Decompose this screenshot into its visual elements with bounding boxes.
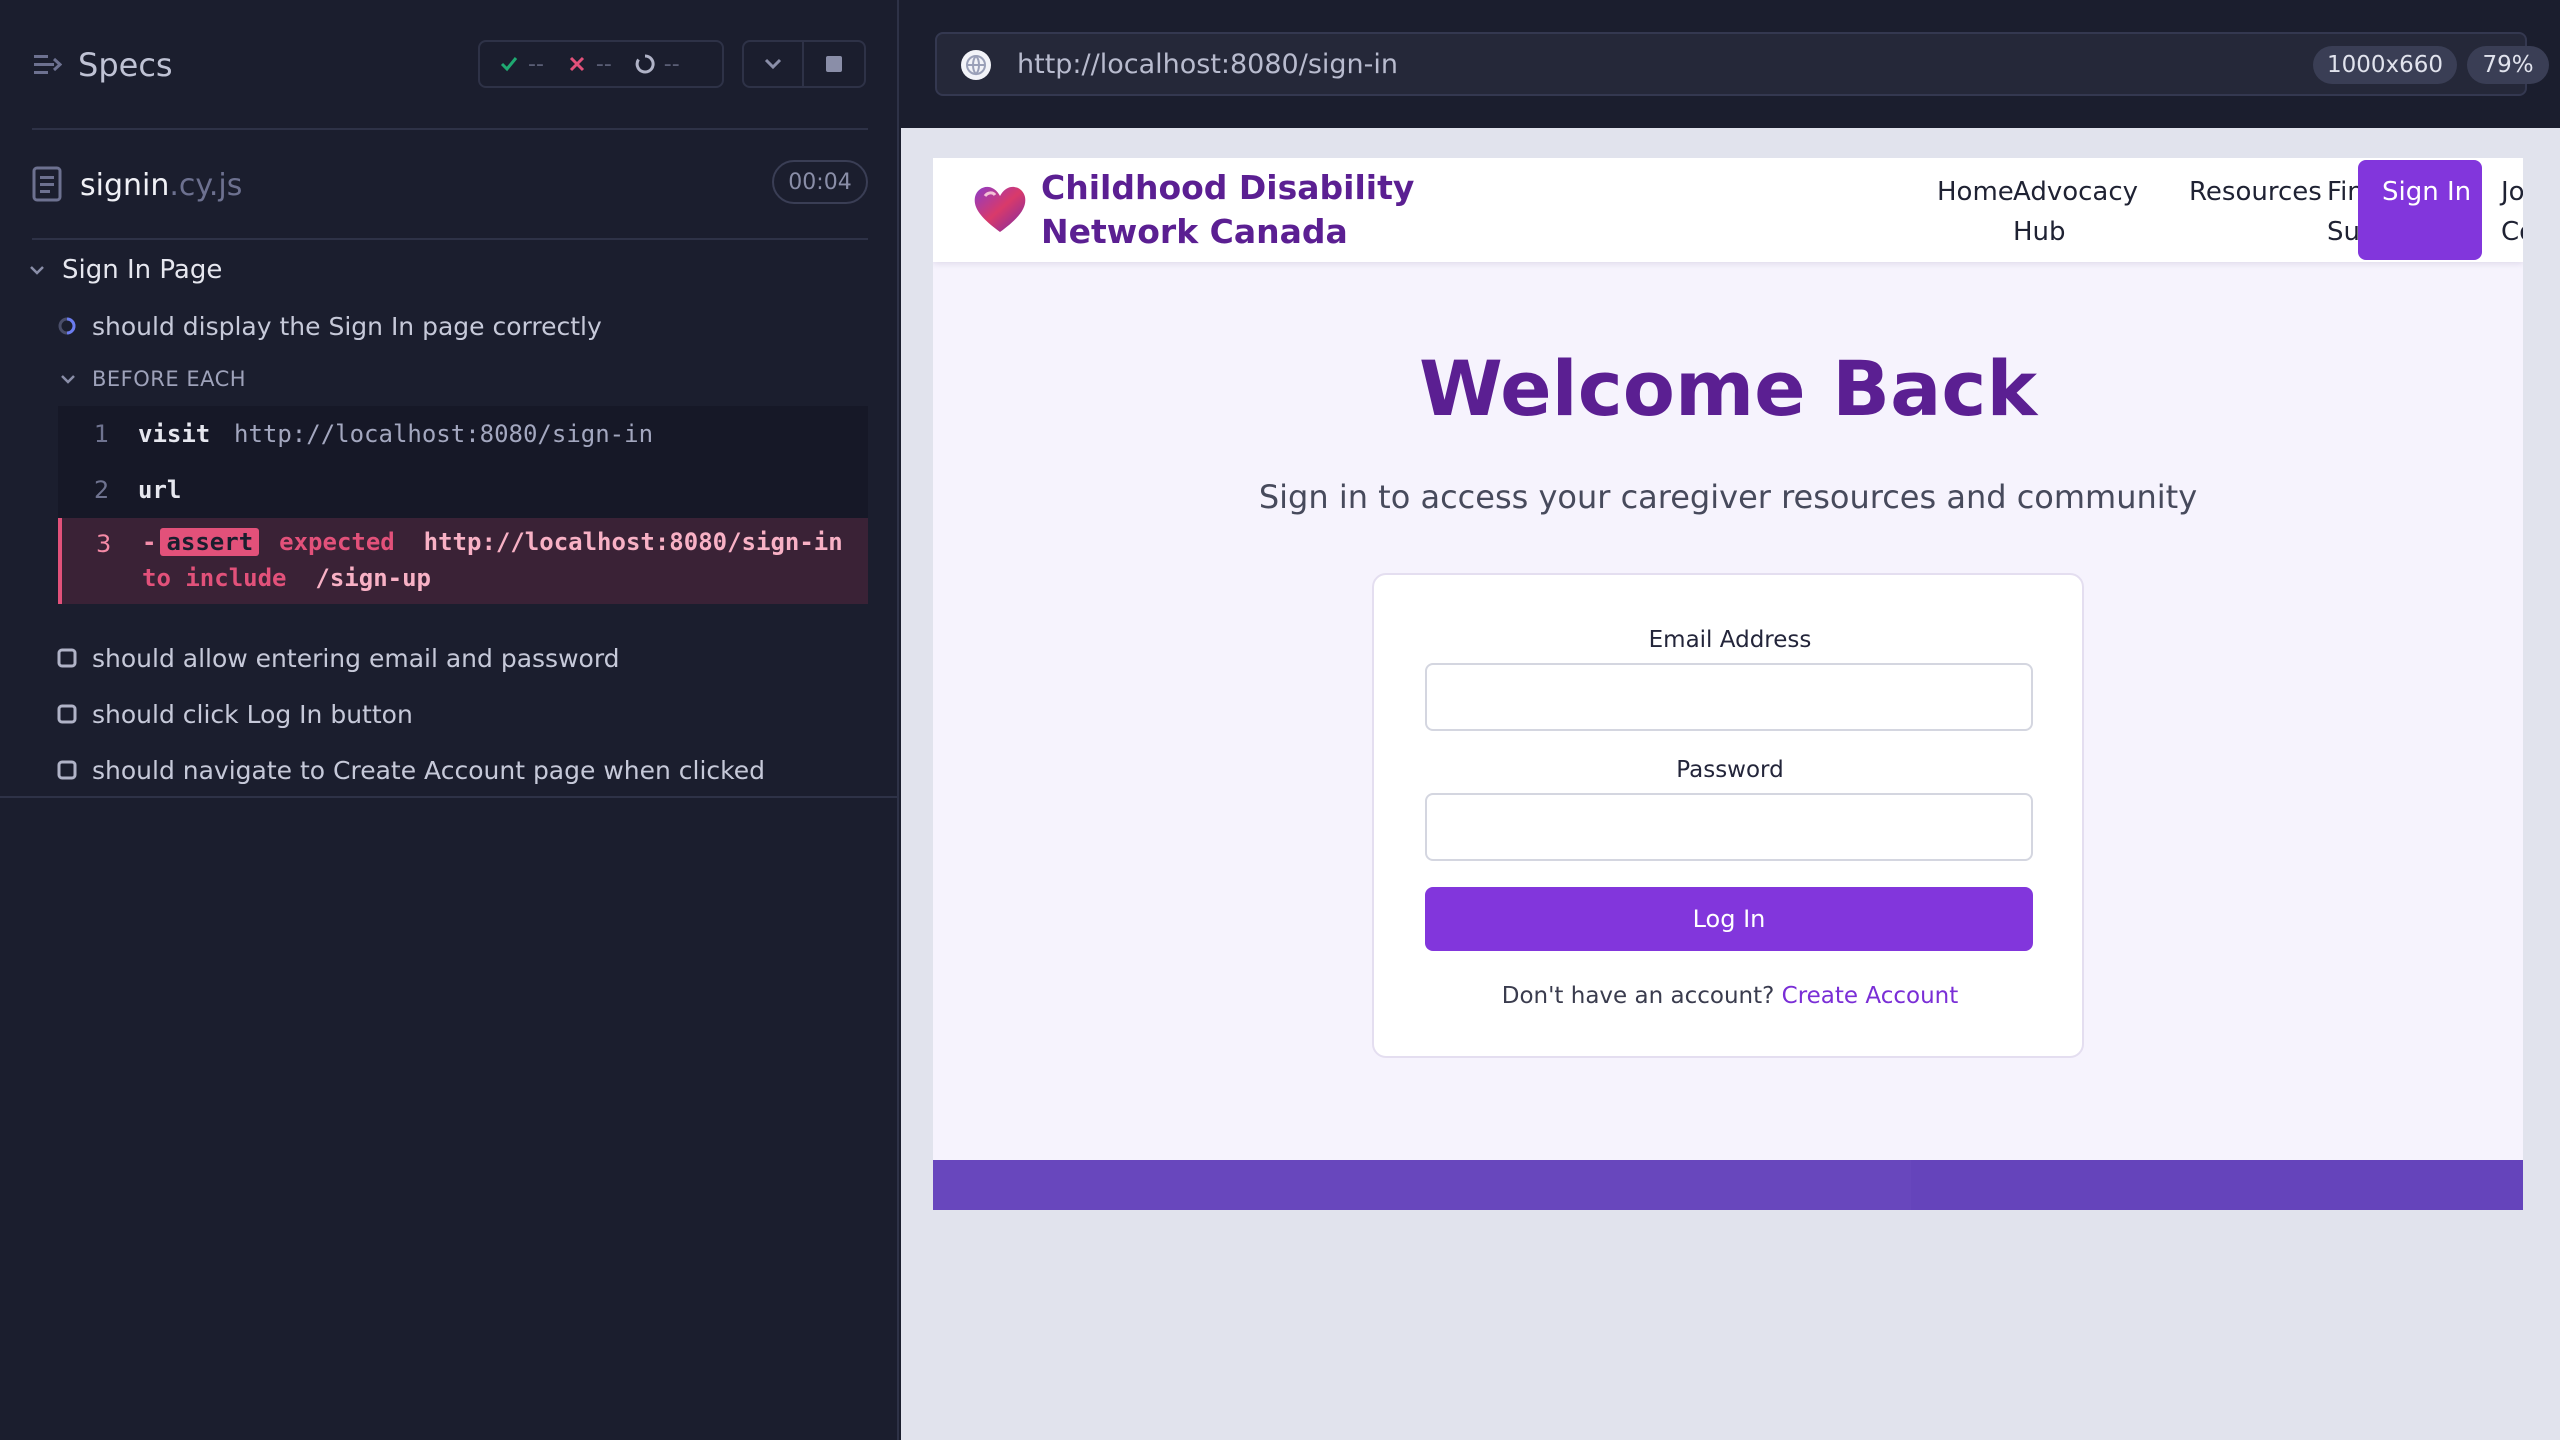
brand-name[interactable]: Childhood Disability Network Canada <box>1041 166 1531 254</box>
duration-badge: 00:04 <box>772 160 868 204</box>
page-title: Welcome Back <box>1419 344 2037 433</box>
site-footer <box>933 1160 2523 1210</box>
command-row[interactable]: 2 url <box>58 462 868 518</box>
email-field[interactable] <box>1425 663 2033 731</box>
header-divider <box>32 128 868 130</box>
pending-stat: -- <box>634 52 680 77</box>
site-navbar: Childhood Disability Network Canada Home… <box>933 158 2523 262</box>
queued-square-icon <box>57 760 77 780</box>
test-stats: -- -- -- <box>478 40 724 88</box>
sign-in-card: Email Address Password Log In Don't have… <box>1372 573 2084 1058</box>
chevron-down-icon <box>30 266 44 275</box>
command-name: - <box>142 528 157 556</box>
chevron-down-icon <box>764 58 782 70</box>
command-number: 1 <box>94 420 110 448</box>
test-title: should allow entering email and password <box>92 643 620 673</box>
hook-label: BEFORE EACH <box>92 367 247 391</box>
app-frame: Childhood Disability Network Canada Home… <box>933 158 2523 1210</box>
failed-assert-row[interactable]: 3 - assert expected http://localhost:8080/… <box>58 518 868 604</box>
nav-join-community[interactable]: Join Community <box>2501 172 2523 252</box>
queued-square-icon <box>57 704 77 724</box>
pending-icon <box>635 54 655 74</box>
heart-logo-icon[interactable] <box>971 180 1029 236</box>
specs-list-icon[interactable] <box>32 50 62 80</box>
suite-sign-in-page[interactable]: Sign In Page <box>26 250 222 290</box>
log-in-button[interactable]: Log In <box>1425 887 2033 951</box>
running-spinner-icon <box>58 317 76 335</box>
nav-resources[interactable]: Resources <box>2189 172 2329 212</box>
failed-stat: -- <box>566 52 612 77</box>
passed-count: -- <box>528 51 544 77</box>
command-number: 2 <box>94 476 110 504</box>
command-row[interactable]: 1 visit http://localhost:8080/sign-in <box>58 406 868 462</box>
tests-divider <box>0 796 899 798</box>
stop-icon <box>826 56 842 72</box>
viewport-size-badge[interactable]: 1000x660 <box>2313 46 2457 84</box>
include-value: /sign-up <box>315 564 431 592</box>
password-field[interactable] <box>1425 793 2033 861</box>
specs-title[interactable]: Specs <box>78 46 173 84</box>
test-runner-panel: Specs -- -- -- signin.cy.js 00:04 Sign I… <box>0 0 899 1440</box>
nav-advocacy-hub[interactable]: Advocacy Hub <box>2013 172 2143 252</box>
document-icon <box>32 166 62 202</box>
spec-file-basename: signin <box>80 168 170 203</box>
expected-keyword: expected <box>279 528 395 556</box>
signup-prompt-line: Don't have an account? Create Account <box>1374 983 2086 1009</box>
app-preview-panel: http://localhost:8080/sign-in 1000x660 7… <box>901 0 2560 1440</box>
collapse-button[interactable] <box>742 40 804 88</box>
create-account-link[interactable]: Create Account <box>1782 983 1959 1009</box>
test-item-display-page[interactable]: should display the Sign In page correctl… <box>56 306 602 346</box>
include-keyword: to include <box>142 564 287 592</box>
aut-header: http://localhost:8080/sign-in 1000x660 7… <box>901 0 2560 128</box>
suite-title: Sign In Page <box>62 255 223 285</box>
test-item-enter-credentials[interactable]: should allow entering email and password <box>56 638 620 678</box>
url-bar[interactable]: http://localhost:8080/sign-in 1000x660 7… <box>935 32 2549 96</box>
command-number: 3 <box>96 530 112 558</box>
passed-stat: -- <box>498 52 544 77</box>
spec-file-name[interactable]: signin.cy.js <box>80 168 242 203</box>
assert-message: - assert expected http://localhost:8080/si… <box>142 524 862 596</box>
pending-count: -- <box>663 51 680 77</box>
spec-file-extension: .cy.js <box>169 168 243 203</box>
stop-button[interactable] <box>804 40 866 88</box>
test-title: should navigate to Create Account page w… <box>92 755 766 785</box>
queued-square-icon <box>57 648 77 668</box>
before-each-hook[interactable]: BEFORE EACH <box>58 362 246 396</box>
footer-segment <box>1911 1160 2523 1210</box>
file-divider <box>32 238 868 240</box>
test-title: should display the Sign In page correctl… <box>92 311 602 341</box>
nav-sign-in-button[interactable]: Sign In <box>2358 160 2482 260</box>
command-name: visit <box>138 420 211 448</box>
zoom-badge[interactable]: 79% <box>2467 46 2549 84</box>
test-item-navigate-create-account[interactable]: should navigate to Create Account page w… <box>56 750 765 790</box>
chevron-down-icon <box>61 375 75 384</box>
check-icon <box>500 57 518 72</box>
failed-count: -- <box>595 51 612 77</box>
test-title: should click Log In button <box>92 699 413 729</box>
test-item-click-login[interactable]: should click Log In button <box>56 694 413 734</box>
expected-value: http://localhost:8080/sign-in <box>423 528 843 556</box>
command-name: url <box>138 476 182 504</box>
email-label: Email Address <box>1648 627 1812 653</box>
page-subtitle: Sign in to access your caregiver resourc… <box>1258 478 2198 516</box>
globe-icon <box>961 50 991 80</box>
spec-file-row: signin.cy.js 00:04 <box>0 140 899 240</box>
url-text: http://localhost:8080/sign-in <box>1017 49 1398 80</box>
runner-header: Specs -- -- -- <box>0 0 899 130</box>
password-label: Password <box>1676 757 1784 783</box>
close-icon <box>569 56 584 72</box>
command-message: http://localhost:8080/sign-in <box>234 420 654 448</box>
signup-prompt: Don't have an account? <box>1501 983 1775 1009</box>
assert-badge: assert <box>160 528 260 556</box>
